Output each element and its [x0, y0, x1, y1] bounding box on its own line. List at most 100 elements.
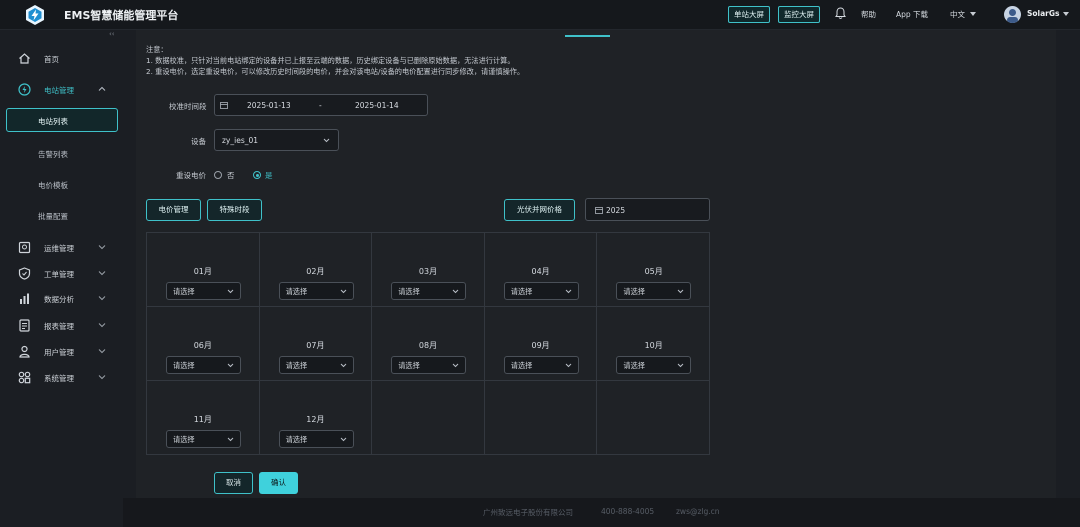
- sidebar-item-home[interactable]: 首页: [0, 49, 123, 69]
- tab-strip[interactable]: [136, 30, 1056, 37]
- footer-email[interactable]: zws@zlg.cn: [676, 507, 720, 516]
- end-date[interactable]: 2025-01-14: [355, 101, 399, 110]
- select-placeholder: 请选择: [285, 287, 308, 296]
- sidebar-item-reports[interactable]: 报表管理: [0, 316, 123, 336]
- notes: 注意： 1. 数据校准，只针对当前电站绑定的设备并已上报至云端的数据，历史绑定设…: [146, 44, 786, 77]
- month-select[interactable]: 请选择: [391, 356, 467, 374]
- bolt-logo[interactable]: [24, 4, 46, 26]
- username[interactable]: SolarGs: [1027, 9, 1060, 18]
- month-select[interactable]: 请选择: [278, 430, 354, 448]
- sidebar-item-ops[interactable]: 运维管理: [0, 238, 123, 258]
- shield-icon: [18, 267, 31, 280]
- sidebar-item-label: 工单管理: [44, 270, 74, 279]
- chevron-down-icon: [98, 323, 106, 328]
- sidebar-item-label: 用户管理: [44, 348, 74, 357]
- help-link[interactable]: 帮助: [861, 9, 876, 20]
- month-label: 06月: [193, 341, 212, 350]
- month-select[interactable]: 请选择: [391, 282, 467, 300]
- month-cell: 12月 请选择: [260, 381, 373, 455]
- month-select[interactable]: 请选择: [166, 430, 241, 448]
- sidebar-subitem-label: 告警列表: [38, 150, 68, 159]
- sidebar-item-system[interactable]: 系统管理: [0, 368, 123, 388]
- app-download-link[interactable]: App 下载: [896, 9, 928, 20]
- station-icon: [18, 83, 31, 96]
- year-value: 2025: [606, 206, 626, 215]
- sidebar-item-label: 首页: [44, 55, 59, 64]
- radio-yes-label[interactable]: 是: [265, 170, 273, 181]
- month-cell: 03月 请选择: [372, 233, 485, 307]
- sidebar-item-label: 电站管理: [44, 86, 74, 95]
- radio-yes[interactable]: [253, 171, 261, 179]
- chevron-down-icon: [323, 138, 330, 143]
- report-icon: [19, 319, 30, 332]
- select-placeholder: 请选择: [398, 287, 420, 296]
- select-placeholder: 请选择: [623, 361, 645, 370]
- month-select[interactable]: 请选择: [616, 282, 692, 300]
- app-title: EMS智慧储能管理平台: [64, 9, 179, 22]
- sidebar-subitem-batch-config[interactable]: 批量配置: [6, 203, 118, 227]
- radio-no-label[interactable]: 否: [227, 170, 235, 181]
- select-placeholder: 请选择: [510, 361, 533, 370]
- chevron-down-icon: [452, 363, 459, 368]
- month-cell: 07月 请选择: [259, 307, 373, 381]
- period-label: 校准时间段: [169, 102, 207, 111]
- select-placeholder: 请选择: [173, 435, 195, 444]
- cancel-button[interactable]: 取消: [214, 472, 253, 494]
- chevron-down-icon: [227, 289, 234, 294]
- month-select[interactable]: 请选择: [166, 356, 241, 374]
- sidebar-item-station-management[interactable]: 电站管理: [0, 80, 123, 100]
- sidebar-item-data-analysis[interactable]: 数据分析: [0, 289, 123, 309]
- bell-icon[interactable]: [835, 7, 846, 20]
- sidebar-item-users[interactable]: 用户管理: [0, 342, 123, 362]
- start-date[interactable]: 2025-01-13: [247, 101, 291, 110]
- month-select[interactable]: 请选择: [166, 282, 241, 300]
- notes-title: 注意：: [146, 45, 168, 54]
- footer-company: 广州致远电子股份有限公司: [483, 508, 573, 517]
- month-cell: 02月 请选择: [259, 233, 373, 307]
- chevron-down-icon: [340, 289, 346, 294]
- month-select[interactable]: 请选择: [616, 356, 692, 374]
- apps-icon: [18, 371, 31, 384]
- user-menu-chevron-icon[interactable]: [1063, 12, 1069, 16]
- month-grid: 01月 请选择 02月 请选择 03月 请选择 04月 请选择 05月 请选择 …: [146, 232, 710, 455]
- special-period-button[interactable]: 特殊时段: [207, 199, 262, 221]
- avatar[interactable]: [1004, 6, 1021, 23]
- empty-cell: [597, 381, 710, 455]
- month-select[interactable]: 请选择: [278, 282, 354, 300]
- month-select[interactable]: 请选择: [503, 282, 579, 300]
- collapse-sidebar-icon[interactable]: ‹‹: [109, 30, 115, 38]
- sidebar-subitem-label: 批量配置: [38, 212, 68, 221]
- select-placeholder: 请选择: [398, 361, 420, 370]
- month-cell: 01月 请选择: [147, 233, 260, 307]
- month-select[interactable]: 请选择: [503, 356, 579, 374]
- month-label: 07月: [306, 341, 325, 350]
- sidebar-item-work-order[interactable]: 工单管理: [0, 264, 123, 284]
- sidebar-subitem-alarm-list[interactable]: 告警列表: [6, 141, 118, 165]
- select-placeholder: 请选择: [173, 287, 195, 296]
- chevron-down-icon: [98, 296, 106, 301]
- monitor-screen-button[interactable]: 监控大屏: [778, 6, 820, 23]
- language-select[interactable]: 中文: [950, 9, 965, 20]
- year-picker[interactable]: [585, 198, 710, 221]
- price-management-button[interactable]: 电价管理: [146, 199, 201, 221]
- chevron-down-icon: [98, 349, 106, 354]
- confirm-button[interactable]: 确认: [259, 472, 298, 494]
- chevron-down-icon: [340, 363, 346, 368]
- radio-no[interactable]: [214, 171, 222, 179]
- sidebar-subitem-label: 电站列表: [38, 117, 68, 126]
- month-select[interactable]: 请选择: [278, 356, 354, 374]
- reset-price-label: 重设电价: [176, 171, 206, 180]
- chevron-down-icon[interactable]: [970, 12, 976, 16]
- sidebar-subitem-station-list[interactable]: 电站列表: [6, 108, 118, 132]
- top-header: EMS智慧储能管理平台 单站大屏 监控大屏 帮助 App 下载 中文 Solar…: [0, 0, 1080, 30]
- chevron-down-icon: [565, 363, 572, 368]
- pv-grid-price-button[interactable]: 光伏并网价格: [504, 199, 575, 221]
- chevron-down-icon: [227, 363, 234, 368]
- month-cell: 09月 请选择: [484, 307, 598, 381]
- month-label: 09月: [531, 341, 550, 350]
- station-screen-button[interactable]: 单站大屏: [728, 6, 770, 23]
- month-label: 08月: [418, 341, 438, 350]
- sidebar-subitem-price-template[interactable]: 电价模板: [6, 172, 118, 196]
- select-placeholder: 请选择: [285, 435, 308, 444]
- sidebar-item-label: 系统管理: [44, 374, 74, 383]
